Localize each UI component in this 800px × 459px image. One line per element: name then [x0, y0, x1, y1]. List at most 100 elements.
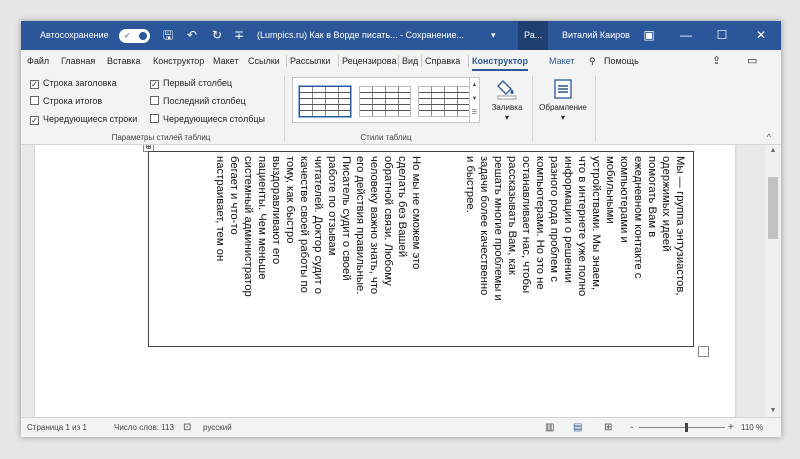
tab-insert[interactable]: Вставка	[107, 50, 140, 72]
gallery-more-icon[interactable]: ☰	[470, 106, 479, 120]
title-bar: Автосохранение ✓ 🖫 ↶ ↻ ∓ (Lumpics.ru) Ка…	[21, 21, 781, 50]
checkbox-icon: ✓	[150, 80, 159, 89]
checkbox-label: Чередующиеся столбцы	[163, 114, 265, 124]
title-dropdown-icon[interactable]: ▾	[491, 21, 496, 50]
autosave-toggle[interactable]: ✓	[119, 29, 150, 43]
tab-separator	[421, 55, 422, 67]
context-tab-label[interactable]: Ра...	[518, 21, 549, 50]
search-icon[interactable]: ⚲	[589, 50, 596, 72]
checkbox-first-column[interactable]: ✓ Первый столбец	[150, 76, 232, 90]
tab-separator	[468, 55, 469, 67]
borders-icon	[554, 79, 572, 99]
tab-separator	[338, 55, 339, 67]
zoom-slider-thumb[interactable]	[685, 423, 689, 432]
tab-help[interactable]: Справка	[425, 50, 460, 72]
read-mode-icon[interactable]: ▥	[545, 418, 554, 437]
checkbox-banded-columns[interactable]: Чередующиеся столбцы	[150, 112, 265, 126]
checkbox-icon: ✓	[30, 80, 39, 89]
scroll-up-icon[interactable]: ▲	[765, 145, 781, 157]
document-area[interactable]: ⊕ Мы — группа энтузиастов, одержимых иде…	[21, 145, 765, 417]
print-layout-icon[interactable]: ▤	[573, 418, 582, 437]
paint-bucket-icon	[497, 80, 517, 100]
document-page[interactable]: ⊕ Мы — группа энтузиастов, одержимых иде…	[35, 145, 735, 417]
checkbox-icon: ✓	[30, 116, 39, 125]
vertical-scrollbar[interactable]: ▲ ▼	[765, 145, 781, 417]
maximize-button[interactable]: ☐	[702, 21, 742, 50]
table-style-grid-light[interactable]	[359, 86, 411, 117]
gallery-scroll: ▲ ▼ ☰	[469, 78, 479, 122]
ribbon-separator	[284, 76, 285, 142]
proofing-icon[interactable]: ⊡	[183, 418, 191, 437]
status-bar: Страница 1 из 1 Число слов: 113 ⊡ русски…	[21, 417, 781, 437]
shading-dropdown-icon: ▾	[504, 113, 509, 122]
checkbox-icon	[30, 96, 39, 105]
undo-icon[interactable]: ↶	[184, 21, 200, 50]
tab-separator	[398, 55, 399, 67]
autosave-label: Автосохранение	[40, 30, 109, 40]
shading-label: Заливка	[491, 103, 523, 112]
close-button[interactable]: ✕	[741, 21, 781, 50]
scrollbar-thumb[interactable]	[768, 177, 778, 239]
table-style-plain[interactable]	[298, 85, 352, 118]
checkbox-label: Последний столбец	[163, 96, 246, 106]
table-resize-handle[interactable]	[698, 346, 709, 357]
redo-icon[interactable]: ↻	[209, 21, 225, 50]
zoom-slider[interactable]	[639, 427, 725, 428]
borders-button[interactable]: Обрамление ▾	[536, 78, 590, 123]
gallery-scroll-down-icon[interactable]: ▼	[470, 92, 479, 106]
table[interactable]: Мы — группа энтузиастов, одержимых идеей…	[148, 151, 694, 347]
customize-toolbar-icon[interactable]: ∓	[231, 21, 247, 50]
checkbox-label: Первый столбец	[163, 78, 233, 88]
borders-label: Обрамление	[539, 103, 587, 112]
tab-home[interactable]: Главная	[61, 50, 95, 72]
word-count[interactable]: Число слов: 113	[114, 418, 174, 437]
tab-references[interactable]: Ссылки	[248, 50, 280, 72]
checkbox-label: Строка итогов	[43, 96, 103, 106]
table-cell-text[interactable]: Но мы не сможем это сделать без Вашей об…	[213, 156, 423, 344]
group-label-table-styles: Стили таблиц	[360, 133, 412, 142]
zoom-level[interactable]: 110 %	[741, 418, 763, 437]
ribbon-display-options-icon[interactable]: ▣	[641, 21, 657, 50]
gallery-scroll-up-icon[interactable]: ▲	[470, 78, 479, 92]
tab-layout[interactable]: Макет	[213, 50, 238, 72]
page-count[interactable]: Страница 1 из 1	[27, 418, 87, 437]
group-label-table-style-options: Параметры стилей таблиц	[111, 133, 211, 142]
ribbon-tabs: Файл Главная Вставка Конструктор Макет С…	[21, 50, 781, 72]
tab-tell-me[interactable]: Помощь	[604, 50, 639, 72]
scroll-down-icon[interactable]: ▼	[765, 405, 781, 417]
tab-file[interactable]: Файл	[27, 50, 49, 72]
web-layout-icon[interactable]: ⊞	[604, 418, 612, 437]
shading-button[interactable]: Заливка ▾	[487, 78, 527, 123]
language[interactable]: русский	[203, 418, 232, 437]
checkbox-icon	[150, 114, 159, 123]
share-icon[interactable]: ⇪	[712, 50, 721, 72]
table-cell-text[interactable]: Мы — группа энтузиастов, одержимых идеей…	[463, 156, 687, 344]
table-styles-gallery: ▲ ▼ ☰	[292, 77, 480, 123]
tab-table-design[interactable]: Конструктор	[472, 50, 529, 71]
document-title: (Lumpics.ru) Как в Ворде писать... - Сох…	[257, 30, 464, 40]
tab-review[interactable]: Рецензирова	[342, 50, 397, 72]
tab-table-layout[interactable]: Макет	[549, 50, 574, 72]
checkbox-total-row[interactable]: Строка итогов	[30, 94, 102, 108]
table-style-grid-light-2[interactable]	[418, 86, 470, 117]
collapse-ribbon-icon[interactable]: ^	[767, 132, 771, 142]
tab-separator	[286, 55, 287, 67]
ribbon-separator	[532, 76, 533, 142]
borders-dropdown-icon: ▾	[560, 113, 565, 122]
zoom-in-button[interactable]: +	[728, 418, 734, 437]
ribbon-separator	[595, 76, 596, 142]
user-name[interactable]: Виталий Каиров	[562, 21, 630, 50]
checkbox-banded-rows[interactable]: ✓ Чередующиеся строки	[30, 112, 137, 126]
tab-mailings[interactable]: Рассылки	[290, 50, 330, 72]
ribbon-table-design: ✓ Строка заголовка Строка итогов ✓ Чередую…	[21, 72, 781, 145]
checkbox-last-column[interactable]: Последний столбец	[150, 94, 246, 108]
checkbox-icon	[150, 96, 159, 105]
checkbox-header-row[interactable]: ✓ Строка заголовка	[30, 76, 117, 90]
save-icon[interactable]: 🖫	[160, 21, 176, 50]
zoom-out-button[interactable]: -	[630, 418, 633, 437]
tab-design[interactable]: Конструктор	[153, 50, 204, 72]
checkbox-label: Чередующиеся строки	[43, 114, 138, 124]
tab-view[interactable]: Вид	[402, 50, 418, 72]
comments-icon[interactable]: ▭	[747, 50, 757, 72]
minimize-button[interactable]: —	[666, 21, 706, 50]
